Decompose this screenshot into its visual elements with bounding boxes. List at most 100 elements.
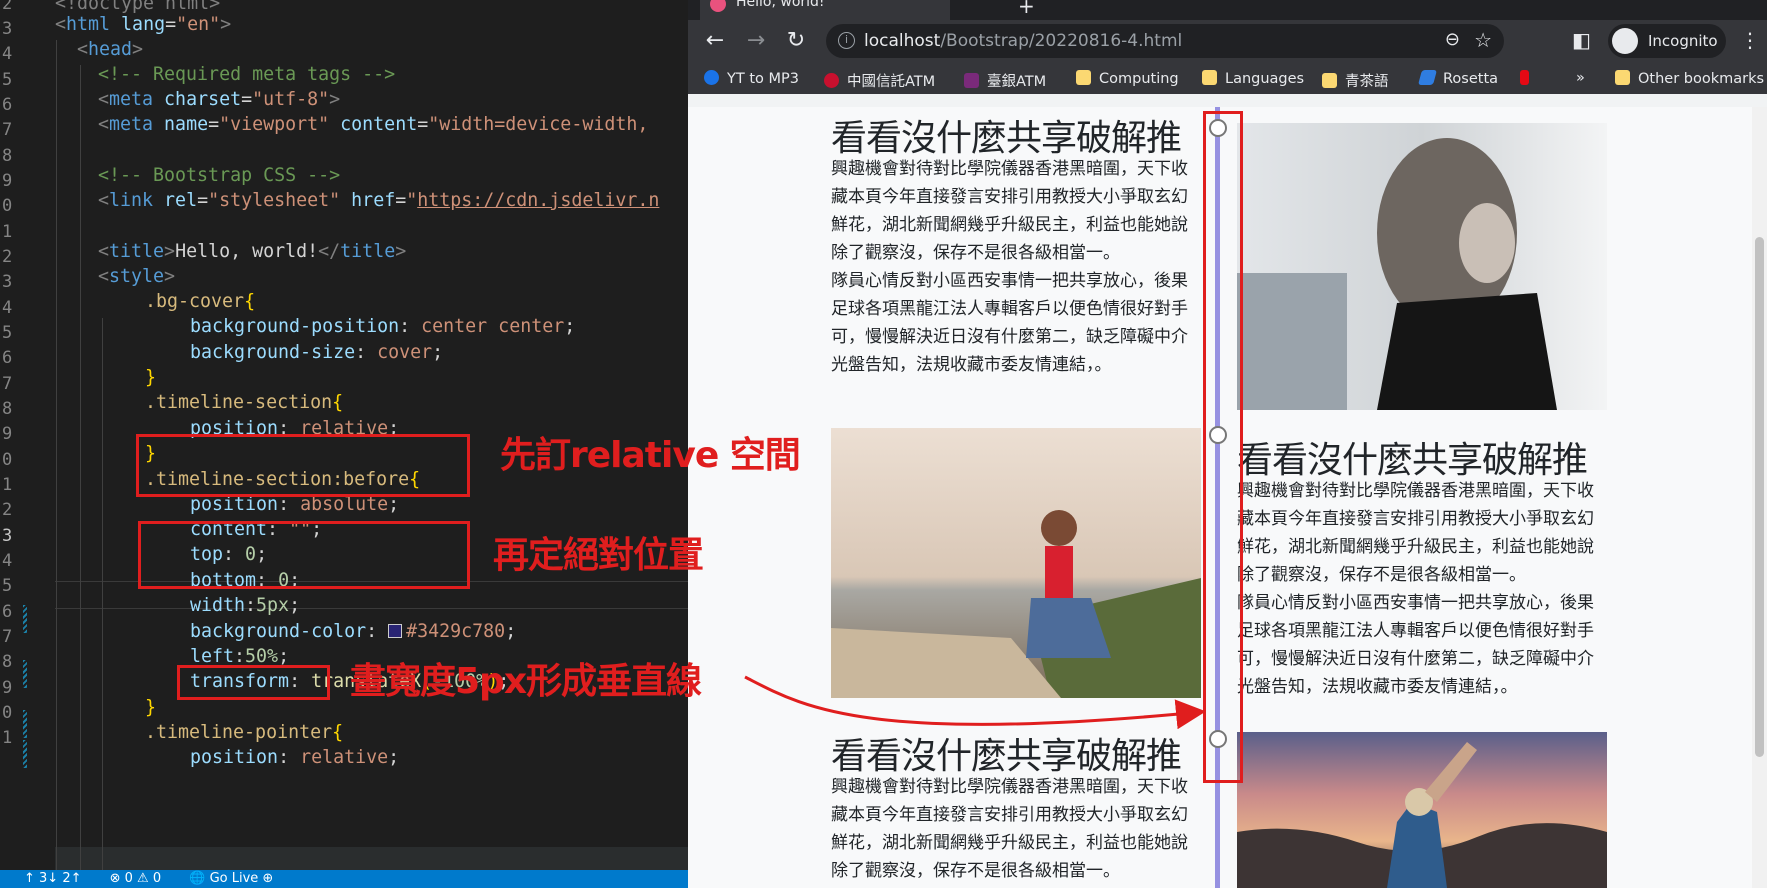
- annotation-box: [136, 434, 470, 497]
- code-token: =: [165, 14, 177, 35]
- bookmark-star-icon[interactable]: ☆: [1474, 28, 1492, 52]
- download-icon: [704, 70, 719, 85]
- bookmark-label: Rosetta: [1443, 71, 1499, 87]
- code-token: <: [98, 266, 110, 287]
- line-number: 6: [2, 602, 13, 622]
- sync-status[interactable]: ↑ 3↓ 2↑: [24, 871, 81, 886]
- code-token: >: [329, 89, 341, 110]
- code-token: title: [340, 241, 396, 262]
- code-line: .timeline-section{: [145, 389, 343, 417]
- bookmark-label: 臺銀ATM: [987, 74, 1047, 90]
- code-token: {: [332, 392, 344, 413]
- code-token: :: [355, 342, 378, 363]
- hover-line-highlight: [55, 847, 688, 870]
- address-url: localhost/Bootstrap/20220816-4.html: [864, 31, 1182, 51]
- code-token: {: [332, 722, 344, 743]
- bookmark-item[interactable]: 青茶語: [1322, 70, 1389, 91]
- status-bar: ↑ 3↓ 2↑ ⊗ 0 ⚠ 0 🌐 Go Live ⊕: [0, 870, 688, 888]
- code-token: ": [406, 190, 418, 211]
- item-heading: 看看沒什麼共享破解推: [831, 118, 1182, 159]
- bookmark-item[interactable]: Computing: [1076, 70, 1179, 87]
- code-token: width: [190, 595, 246, 616]
- bookmark-item[interactable]: YT to MP3: [704, 70, 799, 87]
- code-token: }: [145, 697, 157, 718]
- indent-guide: [56, 40, 57, 870]
- page-scrollbar[interactable]: [1752, 107, 1767, 888]
- code-line: background-position: center center;: [190, 313, 575, 341]
- bookmark-label: YT to MP3: [727, 71, 799, 87]
- line-number: 6: [2, 95, 13, 115]
- more-bookmarks-button[interactable]: »: [1576, 70, 1585, 86]
- code-token: >: [395, 241, 407, 262]
- bookmark-label: 中國信託ATM: [847, 74, 936, 90]
- code-link[interactable]: https://cdn.jsdelivr.n: [417, 190, 659, 211]
- other-bookmarks[interactable]: Other bookmarks: [1615, 70, 1764, 87]
- line-number-gutter: 2 3 4 5 6 7 8 9 0 1 2 3 4 5 6 7 8 9 0 1 …: [0, 0, 24, 870]
- bookmark-item[interactable]: [1520, 70, 1537, 87]
- code-token: <!-- Required meta tags -->: [98, 64, 396, 85]
- code-token: ;: [278, 646, 290, 667]
- code-token: =: [241, 89, 253, 110]
- code-token: left: [190, 646, 235, 667]
- scrollbar-thumb[interactable]: [1755, 237, 1764, 757]
- code-token: position: [190, 494, 279, 515]
- bookmark-item[interactable]: 臺銀ATM: [964, 70, 1046, 91]
- back-arrow-icon[interactable]: ←: [702, 28, 728, 54]
- line-number: 9: [2, 171, 13, 191]
- go-live-status[interactable]: 🌐 Go Live ⊕: [189, 871, 273, 886]
- bookmark-item[interactable]: Rosetta: [1417, 70, 1499, 87]
- line-number: 1: [2, 728, 13, 748]
- site-info-icon[interactable]: i: [838, 32, 855, 49]
- bookmark-item[interactable]: 中國信託ATM: [824, 70, 935, 91]
- line-number: 2: [2, 0, 13, 14]
- more-menu-icon[interactable]: ⋮: [1740, 28, 1760, 52]
- folder-icon: [1202, 70, 1217, 85]
- code-token: background-size: [190, 342, 356, 363]
- new-tab-button[interactable]: +: [1018, 0, 1035, 18]
- code-token: "utf-8": [252, 89, 330, 110]
- incognito-badge[interactable]: Incognito: [1608, 24, 1726, 58]
- side-panel-icon[interactable]: ◧: [1572, 28, 1591, 52]
- code-token: relative: [300, 747, 389, 768]
- code-token: <: [98, 241, 110, 262]
- line-number: 5: [2, 323, 13, 343]
- indent-guide: [80, 65, 81, 870]
- line-number: 9: [2, 424, 13, 444]
- line-number: 6: [2, 348, 13, 368]
- line-number: 2: [2, 247, 13, 267]
- code-token: ;: [289, 595, 301, 616]
- code-token: href: [340, 190, 396, 211]
- code-token: absolute: [300, 494, 389, 515]
- tab-title: Hello, world!: [736, 0, 825, 10]
- code-token: }: [145, 367, 157, 388]
- bookmark-item[interactable]: Languages: [1202, 70, 1304, 87]
- forward-arrow-icon[interactable]: →: [743, 28, 769, 54]
- photo-festival-crowd: [1237, 732, 1607, 888]
- code-token: cover: [377, 342, 433, 363]
- address-bar[interactable]: i localhost/Bootstrap/20220816-4.html ⊖ …: [826, 24, 1504, 58]
- code-token: background-color: [190, 621, 367, 642]
- bookmark-label: 青茶語: [1345, 74, 1389, 90]
- code-token: ;: [432, 342, 444, 363]
- code-token: :: [245, 595, 257, 616]
- code-line: <!-- Required meta tags -->: [98, 61, 395, 89]
- zoom-icon[interactable]: ⊖: [1445, 29, 1460, 50]
- folder-icon: [1615, 70, 1630, 85]
- modified-line-marker: [23, 740, 27, 768]
- code-line: }: [145, 364, 156, 392]
- code-token: "viewport": [219, 114, 330, 135]
- incognito-icon: [1612, 28, 1638, 54]
- code-token: </: [318, 241, 341, 262]
- problems-status[interactable]: ⊗ 0 ⚠ 0: [110, 871, 162, 886]
- code-line: <style>: [98, 263, 175, 291]
- code-token: <!-- Bootstrap CSS -->: [98, 165, 341, 186]
- code-token: 50%: [245, 646, 279, 667]
- modified-line-marker: [23, 660, 27, 688]
- browser-tab[interactable]: Hello, world!: [700, 0, 950, 20]
- code-line: width:5px;: [190, 592, 300, 620]
- code-token: {: [244, 291, 256, 312]
- color-swatch[interactable]: [388, 624, 403, 638]
- photo-woman-profile: [1237, 123, 1607, 410]
- code-token: 5px: [256, 595, 290, 616]
- reload-icon[interactable]: ↻: [783, 28, 809, 54]
